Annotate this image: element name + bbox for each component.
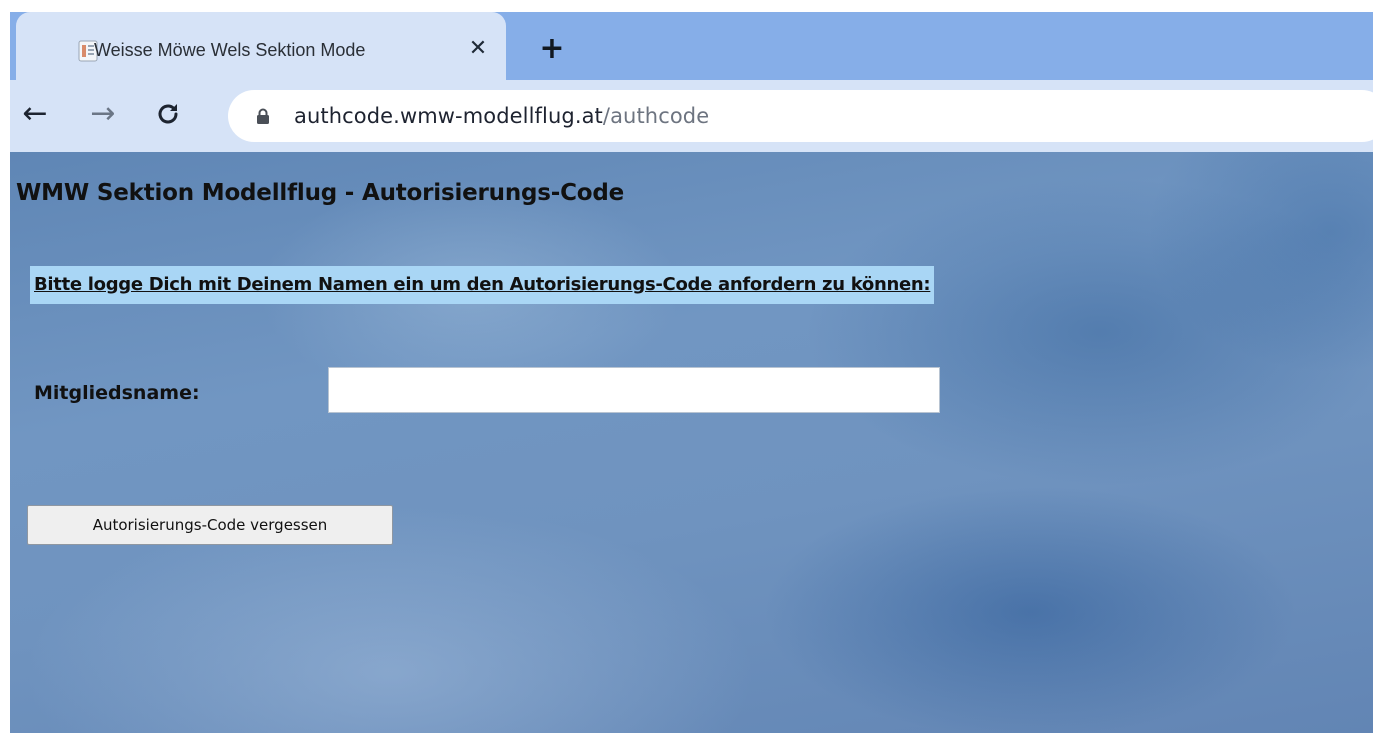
member-name-input[interactable] [328,367,940,413]
reload-icon[interactable] [148,94,188,134]
browser-window: Weisse Möwe Wels Sektion Mode ✕ + ← → au… [10,12,1373,733]
browser-toolbar: ← → authcode.wmw-modellflug.at/authcode [10,80,1373,152]
browser-tab-active[interactable]: Weisse Möwe Wels Sektion Mode ✕ [16,12,506,80]
forgot-code-button[interactable]: Autorisierungs-Code vergessen [27,505,393,545]
tab-title: Weisse Möwe Wels Sektion Mode [94,40,366,60]
arrow-right-icon[interactable]: → [83,94,123,134]
page-content: WMW Sektion Modellflug - Autorisierungs-… [10,152,1373,733]
login-instruction: Bitte logge Dich mit Deinem Namen ein um… [30,266,935,304]
url-host: authcode.wmw-modellflug.at [294,104,603,128]
url-text[interactable]: authcode.wmw-modellflug.at/authcode [294,100,709,132]
page-title: WMW Sektion Modellflug - Autorisierungs-… [16,180,625,206]
lock-icon[interactable] [256,108,270,124]
member-name-label: Mitgliedsname: [34,382,200,404]
url-path: /authcode [602,104,710,128]
address-bar[interactable]: authcode.wmw-modellflug.at/authcode [228,90,1373,142]
new-tab-button[interactable]: + [535,32,569,66]
arrow-left-icon[interactable]: ← [15,94,55,134]
close-icon[interactable]: ✕ [463,34,493,64]
tab-strip: Weisse Möwe Wels Sektion Mode ✕ + [10,12,1373,80]
